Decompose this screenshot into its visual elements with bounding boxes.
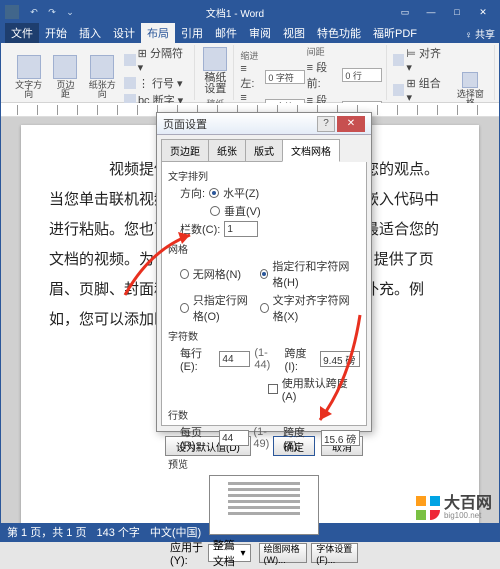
- dialog-help-button[interactable]: ?: [317, 116, 335, 132]
- margins-button[interactable]: 页边距: [50, 53, 80, 101]
- spacing-header: 间距: [307, 45, 382, 58]
- minimize-button[interactable]: —: [419, 3, 443, 21]
- align-button[interactable]: ⊨ 对齐 ▾: [393, 45, 449, 74]
- group-button[interactable]: ⊞ 组合 ▾: [393, 75, 449, 104]
- grid-line-char-radio[interactable]: [260, 269, 269, 279]
- grid-char-align-radio[interactable]: [260, 303, 269, 313]
- chars-label: 字符数: [168, 328, 360, 343]
- qat-undo-icon[interactable]: ↶: [27, 5, 41, 19]
- tab-review[interactable]: 审阅: [243, 23, 277, 43]
- dialog-tab-layout[interactable]: 版式: [245, 139, 283, 162]
- status-words[interactable]: 143 个字: [96, 524, 139, 540]
- tab-mailings[interactable]: 邮件: [209, 23, 243, 43]
- tab-file[interactable]: 文件: [5, 23, 39, 43]
- status-page[interactable]: 第 1 页，共 1 页: [7, 524, 86, 540]
- dialog-close-button[interactable]: ✕: [337, 116, 365, 132]
- tab-home[interactable]: 开始: [39, 23, 73, 43]
- apply-to-select[interactable]: 整篇文档 ▾: [208, 544, 251, 562]
- tab-layout[interactable]: 布局: [141, 23, 175, 43]
- direction-vertical-radio[interactable]: [210, 206, 220, 216]
- indent-left-input[interactable]: 0 字符: [265, 70, 304, 84]
- char-pitch-label: 跨度(I):: [285, 345, 317, 373]
- watermark-name: 大百网: [444, 496, 492, 512]
- ribbon-tabs: 文件 开始 插入 设计 布局 引用 邮件 审阅 视图 特色功能 福昕PDF ♀ …: [1, 23, 499, 43]
- lines-label: 行数: [168, 407, 360, 422]
- lines-per-page-label: 每页(R):: [180, 424, 215, 452]
- direction-label: 方向:: [180, 185, 205, 201]
- lines-per-page-input[interactable]: 44: [219, 430, 249, 446]
- window-title: 文档1 - Word: [77, 5, 393, 20]
- tab-features[interactable]: 特色功能: [311, 23, 367, 43]
- orientation-button[interactable]: 纸张方向: [83, 53, 122, 101]
- dialog-tab-margins[interactable]: 页边距: [161, 139, 209, 162]
- tab-design[interactable]: 设计: [107, 23, 141, 43]
- draw-grid-button[interactable]: 绘图网格(W)...: [259, 543, 308, 563]
- space-before-label: ≡ 段前:: [307, 59, 341, 91]
- qat-more-icon[interactable]: ⌄: [63, 5, 77, 19]
- columns-label: 栏数(C):: [180, 221, 220, 237]
- preview-label: 预览: [168, 456, 360, 471]
- word-icon: [5, 5, 19, 19]
- font-settings-button[interactable]: 字体设置(F)...: [311, 543, 358, 563]
- titlebar: ↶ ↷ ⌄ 文档1 - Word ▭ — □ ✕: [1, 1, 499, 23]
- indent-left-label: ≡ 左:: [240, 63, 263, 91]
- quick-access-toolbar: ↶ ↷ ⌄: [27, 5, 77, 19]
- direction-horizontal-radio[interactable]: [209, 188, 219, 198]
- grid-none-radio[interactable]: [180, 269, 189, 279]
- close-button[interactable]: ✕: [471, 3, 495, 21]
- use-default-pitch-checkbox[interactable]: [268, 384, 278, 394]
- grid-line-only-radio[interactable]: [180, 303, 189, 313]
- watermark-logo-icon: [416, 496, 440, 520]
- watermark: 大百网big100.net: [416, 496, 492, 520]
- space-before-input[interactable]: 0 行: [342, 68, 381, 82]
- char-pitch-input[interactable]: 9.45 磅: [320, 351, 360, 367]
- dialog-tab-paper[interactable]: 纸张: [208, 139, 246, 162]
- preview-box: [209, 475, 319, 535]
- maximize-button[interactable]: □: [445, 3, 469, 21]
- dialog-title: 页面设置: [163, 116, 317, 132]
- text-direction-button[interactable]: 文字方向: [9, 53, 48, 101]
- tab-references[interactable]: 引用: [175, 23, 209, 43]
- qat-redo-icon[interactable]: ↷: [45, 5, 59, 19]
- breaks-button[interactable]: ⊞ 分隔符 ▾: [124, 45, 190, 74]
- tab-insert[interactable]: 插入: [73, 23, 107, 43]
- text-arrangement-label: 文字排列: [168, 168, 360, 183]
- columns-input[interactable]: 1: [224, 221, 258, 237]
- indent-header: 缩进: [240, 49, 304, 62]
- chars-per-line-input[interactable]: 44: [219, 351, 250, 367]
- line-numbers-button[interactable]: ⋮ 行号 ▾: [124, 75, 190, 91]
- ribbon-options-icon[interactable]: ▭: [393, 3, 417, 21]
- tab-foxitpdf[interactable]: 福昕PDF: [367, 23, 423, 43]
- watermark-url: big100.net: [444, 512, 492, 520]
- manuscript-button[interactable]: 稿纸设置: [201, 45, 229, 97]
- tab-view[interactable]: 视图: [277, 23, 311, 43]
- line-pitch-label: 跨度(T):: [283, 424, 317, 452]
- share-button[interactable]: ♀ 共享: [465, 26, 495, 41]
- line-pitch-input[interactable]: 15.6 磅: [321, 430, 360, 446]
- ribbon: 文字方向 页边距 纸张方向 ⊞ 分隔符 ▾ ⋮ 行号 ▾ bc 断字 ▾ 页面设…: [1, 43, 499, 103]
- page-setup-dialog: 页面设置 ? ✕ 页边距 纸张 版式 文档网格 文字排列 方向: 水平(Z) 垂…: [156, 112, 372, 432]
- dialog-tab-grid[interactable]: 文档网格: [282, 139, 340, 162]
- chars-per-line-label: 每行(E):: [180, 345, 215, 373]
- apply-to-label: 应用于(Y):: [170, 539, 204, 567]
- grid-label: 网格: [168, 241, 360, 256]
